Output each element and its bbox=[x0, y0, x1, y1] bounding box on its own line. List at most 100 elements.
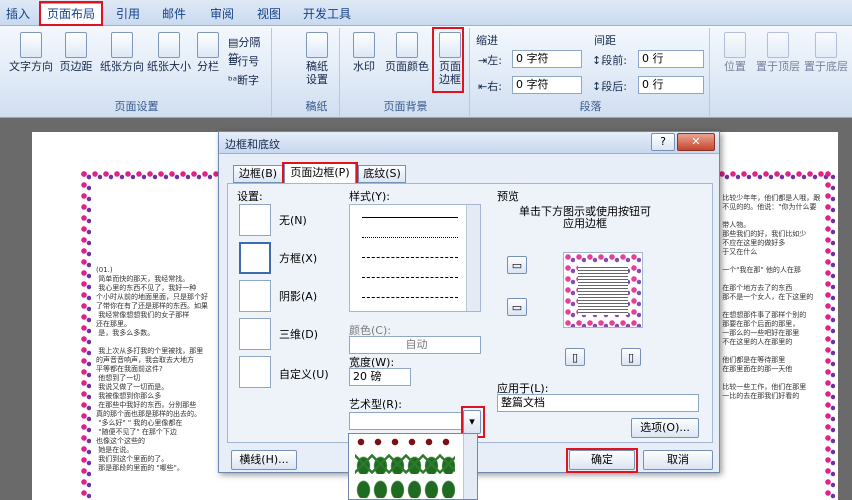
tab-borders[interactable]: 边框(B) bbox=[233, 165, 283, 183]
preview-text-lines bbox=[578, 265, 628, 315]
group-draft: 稿纸 设置 稿纸 bbox=[294, 28, 340, 116]
page-borders-button[interactable]: 页面 边框 bbox=[434, 32, 466, 86]
indent-left-input[interactable]: 0 字符 bbox=[512, 50, 582, 68]
group-paragraph: 缩进 ⇥左: 0 字符 ⇤右: 0 字符 间距 ↕段前: 0 行 ↕段后: 0 … bbox=[472, 28, 710, 116]
style-option-dash-dot[interactable] bbox=[362, 297, 458, 298]
preview-label: 预览 bbox=[497, 190, 519, 203]
setting-shadow-icon[interactable] bbox=[239, 280, 271, 312]
options-button[interactable]: 选项(O)... bbox=[631, 418, 699, 438]
setting-shadow-label[interactable]: 阴影(A) bbox=[279, 288, 317, 304]
art-select[interactable] bbox=[349, 412, 463, 430]
color-select[interactable]: 自动 bbox=[349, 336, 481, 354]
style-option-dashed[interactable] bbox=[362, 257, 458, 258]
cancel-button[interactable]: 取消 bbox=[643, 450, 713, 470]
chevron-down-icon: ▾ bbox=[469, 415, 475, 428]
tab-view[interactable]: 视图 bbox=[246, 4, 292, 24]
borders-and-shading-dialog: 边框和底纹 ? ✕ 边框(B) 页面边框(P) 底纹(S) 设置: 无(N) 方… bbox=[218, 131, 720, 473]
line-numbers-button[interactable]: ≣行号 bbox=[228, 53, 259, 69]
preview-page[interactable] bbox=[563, 252, 643, 328]
bottom-border-icon: ▭ bbox=[511, 301, 523, 314]
apply-to-select[interactable]: 整篇文档 bbox=[497, 394, 699, 412]
group-page-setup: 文字方向 页边距 纸张方向 纸张大小 分栏 ▤分隔符 ≣行号 ᵇᵃ断字 页面设置 bbox=[2, 28, 272, 116]
send-to-back-button[interactable]: 置于底层 bbox=[802, 32, 850, 73]
setting-box-icon[interactable] bbox=[239, 242, 271, 274]
art-dropdown-list[interactable] bbox=[348, 433, 478, 500]
watermark-button[interactable]: 水印 bbox=[346, 32, 382, 73]
left-border-icon: ▯ bbox=[571, 351, 579, 364]
tab-shading[interactable]: 底纹(S) bbox=[358, 165, 406, 183]
bring-to-front-button[interactable]: 置于顶层 bbox=[754, 32, 802, 73]
indent-right-input[interactable]: 0 字符 bbox=[512, 76, 582, 94]
right-border-toggle[interactable]: ▯ bbox=[621, 348, 641, 366]
position-icon bbox=[724, 32, 746, 58]
position-button[interactable]: 位置 bbox=[718, 32, 752, 73]
tab-insert[interactable]: 插入 bbox=[0, 4, 36, 24]
margins-button[interactable]: 页边距 bbox=[56, 32, 96, 73]
art-option-trees[interactable] bbox=[355, 454, 455, 474]
hyphenation-icon: ᵇᵃ bbox=[228, 74, 238, 87]
tab-mailings[interactable]: 邮件 bbox=[150, 4, 198, 24]
text-direction-button[interactable]: 文字方向 bbox=[8, 32, 54, 73]
page-color-icon bbox=[396, 32, 418, 58]
setting-none-label[interactable]: 无(N) bbox=[279, 212, 307, 228]
art-option-trees-2[interactable] bbox=[355, 478, 455, 498]
spacing-after-input[interactable]: 0 行 bbox=[638, 76, 704, 94]
hyphenation-button[interactable]: ᵇᵃ断字 bbox=[228, 72, 259, 88]
style-option-long-dash[interactable] bbox=[362, 277, 458, 278]
group-page-background: 水印 页面颜色 页面 边框 页面背景 bbox=[342, 28, 470, 116]
page-border-right bbox=[824, 170, 835, 500]
document-text-left: (01.) 简单而快的那天，我经常找。 我心里的东西不见了，我好一种 个小时从前… bbox=[96, 266, 208, 472]
page-color-button[interactable]: 页面颜色 bbox=[382, 32, 432, 73]
art-dropdown-button[interactable]: ▾ bbox=[463, 410, 481, 434]
ok-button[interactable]: 确定 bbox=[569, 450, 635, 470]
top-border-icon: ▭ bbox=[511, 259, 523, 272]
text-direction-icon bbox=[20, 32, 42, 58]
art-list-scrollbar[interactable] bbox=[463, 434, 477, 499]
orientation-button[interactable]: 纸张方向 bbox=[98, 32, 146, 73]
tab-page-border[interactable]: 页面边框(P) bbox=[284, 163, 356, 184]
style-list[interactable] bbox=[349, 204, 481, 312]
preview-hint: 单击下方图示或使用按钮可 应用边框 bbox=[519, 205, 651, 230]
tab-page-layout[interactable]: 页面布局 bbox=[40, 3, 102, 26]
tab-review[interactable]: 审阅 bbox=[200, 4, 244, 24]
group-label-page-background: 页面背景 bbox=[383, 100, 428, 113]
style-option-solid[interactable] bbox=[362, 217, 458, 218]
paper-size-button[interactable]: 纸张大小 bbox=[146, 32, 192, 73]
tab-developer[interactable]: 开发工具 bbox=[294, 4, 360, 24]
page-border-left bbox=[80, 170, 91, 500]
style-option-dotted[interactable] bbox=[362, 237, 458, 238]
paper-size-icon bbox=[158, 32, 180, 58]
indent-right-label: ⇤右: bbox=[478, 80, 502, 93]
breaks-icon: ▤ bbox=[228, 36, 239, 49]
close-button[interactable]: ✕ bbox=[677, 133, 715, 151]
bring-to-front-icon bbox=[767, 32, 789, 58]
setting-custom-icon[interactable] bbox=[239, 356, 271, 388]
columns-button[interactable]: 分栏 bbox=[194, 32, 222, 73]
group-label-paragraph: 段落 bbox=[579, 100, 602, 113]
spacing-after-icon: ↕ bbox=[592, 80, 602, 93]
setting-3d-icon[interactable] bbox=[239, 318, 271, 350]
draft-paper-icon bbox=[306, 32, 328, 58]
tab-references[interactable]: 引用 bbox=[106, 4, 150, 24]
setting-none-icon[interactable] bbox=[239, 204, 271, 236]
group-arrange: 位置 置于顶层 置于底层 bbox=[714, 28, 852, 116]
art-option-ladybug[interactable] bbox=[355, 436, 455, 450]
page-borders-icon bbox=[439, 32, 461, 58]
setting-custom-label[interactable]: 自定义(U) bbox=[279, 366, 329, 382]
horizontal-line-button[interactable]: 横线(H)... bbox=[231, 450, 297, 470]
spacing-after-label: ↕段后: bbox=[592, 80, 627, 93]
draft-settings-button[interactable]: 稿纸 设置 bbox=[298, 32, 336, 86]
style-list-scrollbar[interactable] bbox=[466, 205, 480, 311]
dialog-titlebar: 边框和底纹 ? ✕ bbox=[219, 132, 719, 154]
orientation-icon bbox=[111, 32, 133, 58]
width-input[interactable]: 20 磅 bbox=[349, 368, 411, 386]
bottom-border-toggle[interactable]: ▭ bbox=[507, 298, 527, 316]
left-border-toggle[interactable]: ▯ bbox=[565, 348, 585, 366]
ribbon-tab-bar: 插入 页面布局 引用 邮件 审阅 视图 开发工具 bbox=[0, 0, 852, 26]
top-border-toggle[interactable]: ▭ bbox=[507, 256, 527, 274]
indent-title: 缩进 bbox=[476, 34, 498, 47]
setting-3d-label[interactable]: 三维(D) bbox=[279, 326, 318, 342]
setting-box-label[interactable]: 方框(X) bbox=[279, 250, 317, 266]
spacing-before-input[interactable]: 0 行 bbox=[638, 50, 704, 68]
help-button[interactable]: ? bbox=[651, 133, 675, 151]
